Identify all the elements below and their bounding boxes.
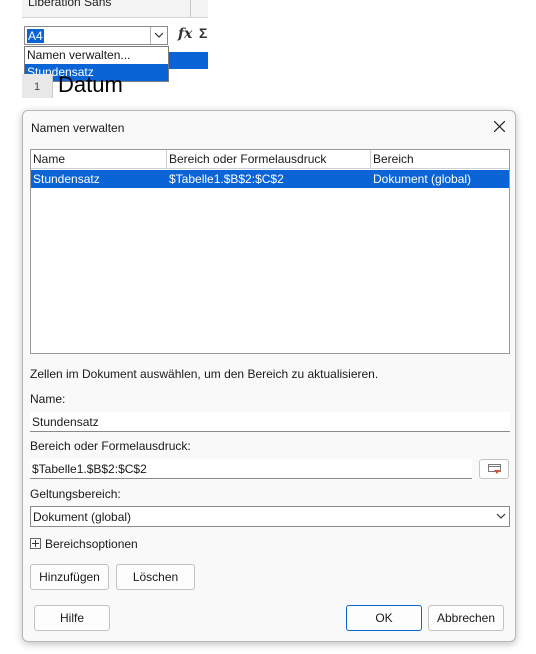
row-range: $Tabelle1.$B$2:$C$2 (169, 172, 284, 186)
row-number: 1 (34, 81, 41, 93)
name-field-value: Stundensatz (32, 415, 99, 429)
help-button[interactable]: Hilfe (34, 605, 110, 631)
delete-button[interactable]: Löschen (116, 564, 195, 590)
chevron-down-icon (154, 32, 164, 38)
chevron-down-icon (496, 513, 506, 519)
scope-select[interactable]: Dokument (global) (30, 506, 510, 527)
close-button[interactable] (489, 115, 511, 137)
row-scope: Dokument (global) (373, 172, 472, 186)
range-field-value: $Tabelle1.$B$2:$C$2 (32, 462, 147, 476)
row-name: Stundensatz (33, 172, 100, 186)
scope-label: Geltungsbereich: (30, 487, 121, 501)
range-options-label[interactable]: Bereichsoptionen (45, 537, 138, 551)
row-header[interactable]: 1 (22, 74, 53, 98)
ok-button[interactable]: OK (346, 605, 422, 631)
font-box-divider (190, 0, 191, 17)
cancel-button[interactable]: Abbrechen (428, 605, 504, 631)
names-table[interactable]: Name Bereich oder Formelausdruck Bereich… (30, 149, 510, 354)
name-label: Name: (30, 392, 66, 406)
shrink-icon (488, 464, 501, 474)
range-label: Bereich oder Formelausdruck: (30, 439, 191, 453)
scope-select-value: Dokument (global) (33, 510, 132, 524)
close-icon (494, 121, 505, 132)
plus-icon (32, 540, 39, 547)
range-options-expander[interactable] (30, 538, 41, 549)
name-field[interactable]: Stundensatz (30, 412, 510, 432)
cell-a1-text[interactable]: Datum (58, 72, 123, 98)
dialog-title: Namen verwalten (31, 121, 125, 135)
name-box[interactable]: A4 (24, 26, 168, 45)
column-header-name[interactable]: Name (31, 150, 167, 168)
add-button[interactable]: Hinzufügen (30, 564, 109, 590)
hint-text: Zellen im Dokument auswählen, um den Ber… (30, 367, 379, 381)
name-box-value: A4 (27, 29, 44, 43)
manage-names-dialog: Namen verwalten Name Bereich oder Formel… (22, 110, 516, 642)
dropdown-item-manage-names[interactable]: Namen verwalten... (25, 47, 168, 64)
column-header-range[interactable]: Bereich oder Formelausdruck (167, 150, 371, 168)
column-header-scope[interactable]: Bereich (371, 150, 509, 168)
scope-dropdown-button[interactable] (493, 507, 510, 526)
font-name-text: Liberation Sans (28, 0, 112, 9)
table-header: Name Bereich oder Formelausdruck Bereich (31, 150, 509, 169)
function-wizard-icon[interactable]: fx (178, 26, 192, 42)
font-name-box[interactable]: Liberation Sans (22, 0, 208, 18)
sum-icon[interactable]: Σ (199, 25, 208, 41)
range-field[interactable]: $Tabelle1.$B$2:$C$2 (30, 459, 472, 479)
selection-highlight (169, 52, 208, 69)
shrink-button[interactable] (479, 459, 509, 479)
name-box-dropdown-button[interactable] (150, 27, 167, 44)
table-row[interactable]: Stundensatz $Tabelle1.$B$2:$C$2 Dokument… (31, 170, 509, 188)
